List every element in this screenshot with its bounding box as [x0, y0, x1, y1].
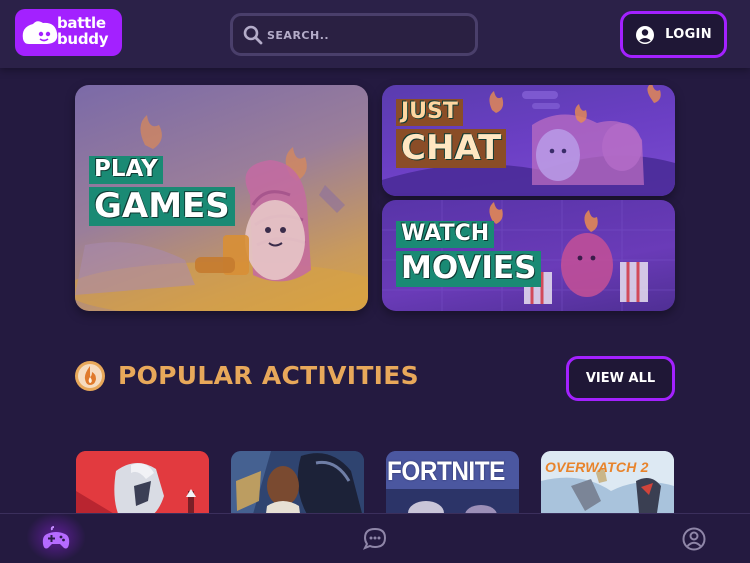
- valorant-artwork: [76, 451, 209, 521]
- game-card-overwatch[interactable]: OVERWATCH 2: [541, 451, 674, 521]
- search-input[interactable]: [267, 24, 467, 46]
- play-games-title: PLAY GAMES: [89, 156, 235, 226]
- search-bar[interactable]: [230, 13, 478, 56]
- logo-wordmark: battle buddy: [57, 15, 108, 47]
- buddy-mascot-icon: [22, 21, 58, 44]
- login-button[interactable]: LOGIN: [620, 11, 727, 58]
- just-chat-title: JUST CHAT: [396, 99, 507, 168]
- battle-buddy-logo[interactable]: battle buddy: [15, 9, 122, 56]
- popular-activities-title: POPULAR ACTIVITIES: [118, 361, 419, 390]
- login-label: LOGIN: [665, 27, 712, 42]
- flame-badge-icon: [75, 361, 105, 391]
- logo-line-2: buddy: [57, 30, 109, 48]
- watch-movies-card[interactable]: WATCH MOVIES: [382, 200, 675, 311]
- nav-profile[interactable]: [678, 524, 710, 554]
- view-all-label: VIEW ALL: [585, 371, 656, 386]
- game-card-valorant[interactable]: [76, 451, 209, 521]
- chat-title-line-2: CHAT: [396, 129, 507, 168]
- watch-movies-title: WATCH MOVIES: [396, 221, 542, 287]
- movies-title-line-1: WATCH: [396, 221, 495, 248]
- nav-games[interactable]: [26, 512, 86, 562]
- bottom-navigation: [0, 512, 750, 563]
- chat-bubble-icon: [362, 527, 387, 550]
- profile-icon: [682, 527, 706, 551]
- view-all-button[interactable]: VIEW ALL: [566, 356, 675, 401]
- league-artwork: [231, 451, 364, 521]
- user-circle-icon: [636, 25, 655, 44]
- nav-chat[interactable]: [359, 524, 391, 554]
- gamepad-icon: [42, 526, 70, 549]
- top-header: battle buddy LOGIN: [0, 0, 750, 68]
- just-chat-card[interactable]: JUST CHAT: [382, 85, 675, 196]
- chat-title-line-1: JUST: [396, 99, 463, 126]
- logo-line-1: battle: [57, 14, 106, 32]
- game-card-fortnite[interactable]: FORTNITE: [386, 451, 519, 521]
- play-title-line-1: PLAY: [89, 156, 163, 184]
- movies-title-line-2: MOVIES: [396, 251, 542, 287]
- game-card-league-of-legends[interactable]: [231, 451, 364, 521]
- overwatch-logo-text: OVERWATCH 2: [545, 459, 649, 475]
- search-icon: [243, 25, 263, 45]
- fortnite-logo-text: FORTNITE: [387, 456, 505, 486]
- play-games-card[interactable]: PLAY GAMES: [75, 85, 368, 311]
- play-title-line-2: GAMES: [89, 187, 235, 226]
